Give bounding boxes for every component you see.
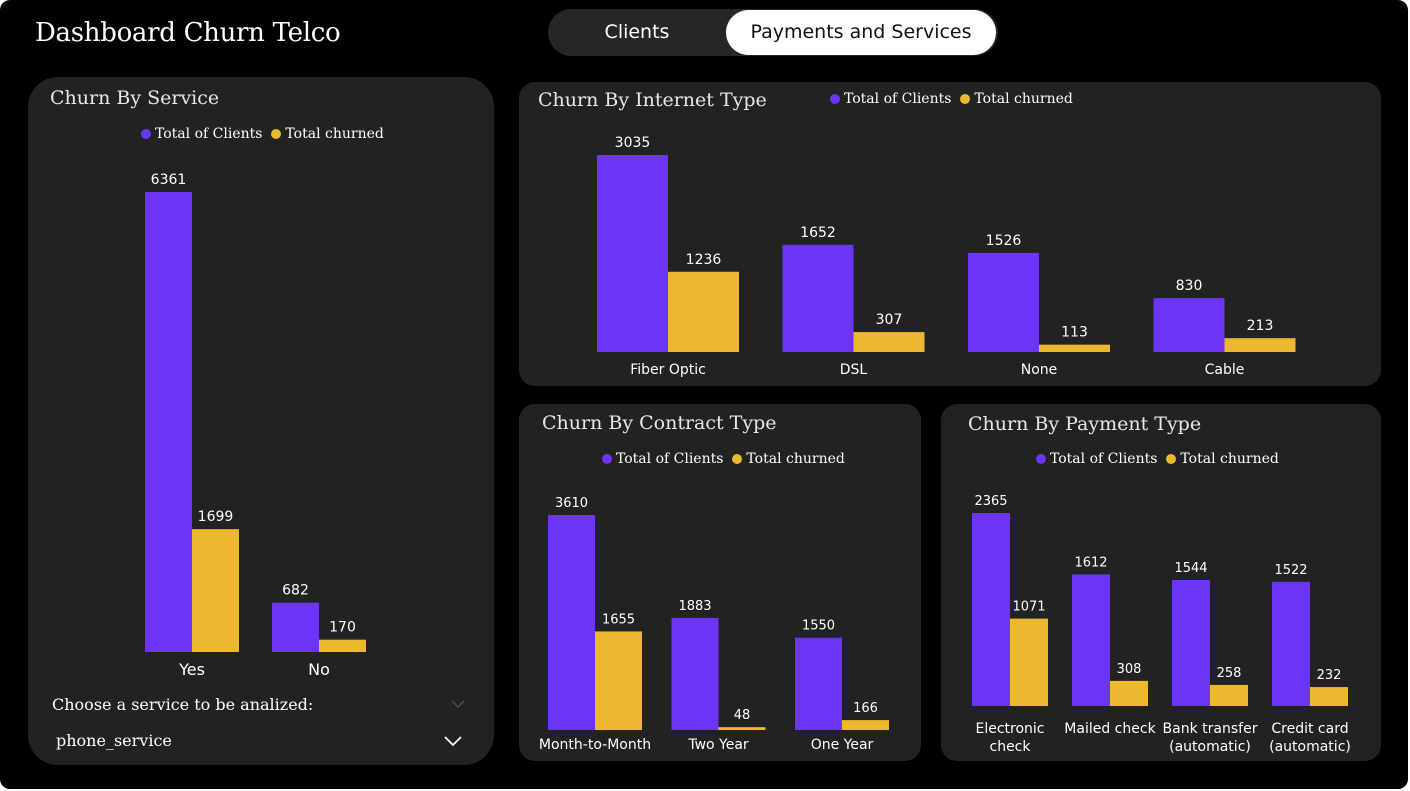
internet-chart-legend: Total of Clients Total churned <box>830 91 1073 107</box>
legend-total-label: Total of Clients <box>155 126 263 142</box>
service-chart-title: Churn By Service <box>50 87 220 109</box>
dashboard-title: Dashboard Churn Telco <box>35 18 341 48</box>
legend-churned-dot <box>732 454 743 464</box>
legend-total-dot <box>141 129 151 139</box>
internet-chart-title: Churn By Internet Type <box>538 89 767 111</box>
tab-clients[interactable]: Clients <box>548 9 726 56</box>
legend-total-label: Total of Clients <box>844 91 952 107</box>
service-slicer-value: phone_service <box>56 731 172 750</box>
internet-chart-panel: Churn By Internet Type Total of Clients … <box>519 82 1381 386</box>
legend-churned-dot <box>960 94 971 104</box>
legend-total-label: Total of Clients <box>1050 451 1158 467</box>
legend-total-dot <box>830 94 840 104</box>
legend-total-dot <box>1036 454 1046 464</box>
contract-chart-panel: Churn By Contract Type Total of Clients … <box>519 404 921 761</box>
legend-churned-dot <box>1166 454 1177 464</box>
tab-bar: Clients Payments and Services <box>548 9 998 56</box>
contract-chart-title: Churn By Contract Type <box>542 412 777 434</box>
legend-churned-label: Total churned <box>974 91 1073 107</box>
service-slicer-label: Choose a service to be analized: <box>52 695 314 714</box>
payment-chart-panel: Churn By Payment Type Total of Clients T… <box>941 404 1381 761</box>
tab-payments-and-services[interactable]: Payments and Services <box>726 10 996 55</box>
slicer-header-chevron-icon <box>451 700 465 708</box>
legend-churned-label: Total churned <box>1180 451 1279 467</box>
legend-churned-label: Total churned <box>746 451 845 467</box>
payment-chart-legend: Total of Clients Total churned <box>1036 451 1279 467</box>
service-chart-panel: Churn By Service Total of Clients Total … <box>28 77 494 765</box>
service-slicer-dropdown[interactable]: phone_service <box>45 724 475 758</box>
legend-churned-dot <box>271 129 282 139</box>
legend-total-label: Total of Clients <box>616 451 724 467</box>
payment-chart-title: Churn By Payment Type <box>968 413 1202 435</box>
service-chart-legend: Total of Clients Total churned <box>141 126 384 142</box>
dashboard: Dashboard Churn Telco Clients Payments a… <box>0 0 1408 789</box>
legend-total-dot <box>602 454 612 464</box>
contract-chart-legend: Total of Clients Total churned <box>602 451 845 467</box>
legend-churned-label: Total churned <box>285 126 384 142</box>
chevron-down-icon <box>444 736 462 747</box>
